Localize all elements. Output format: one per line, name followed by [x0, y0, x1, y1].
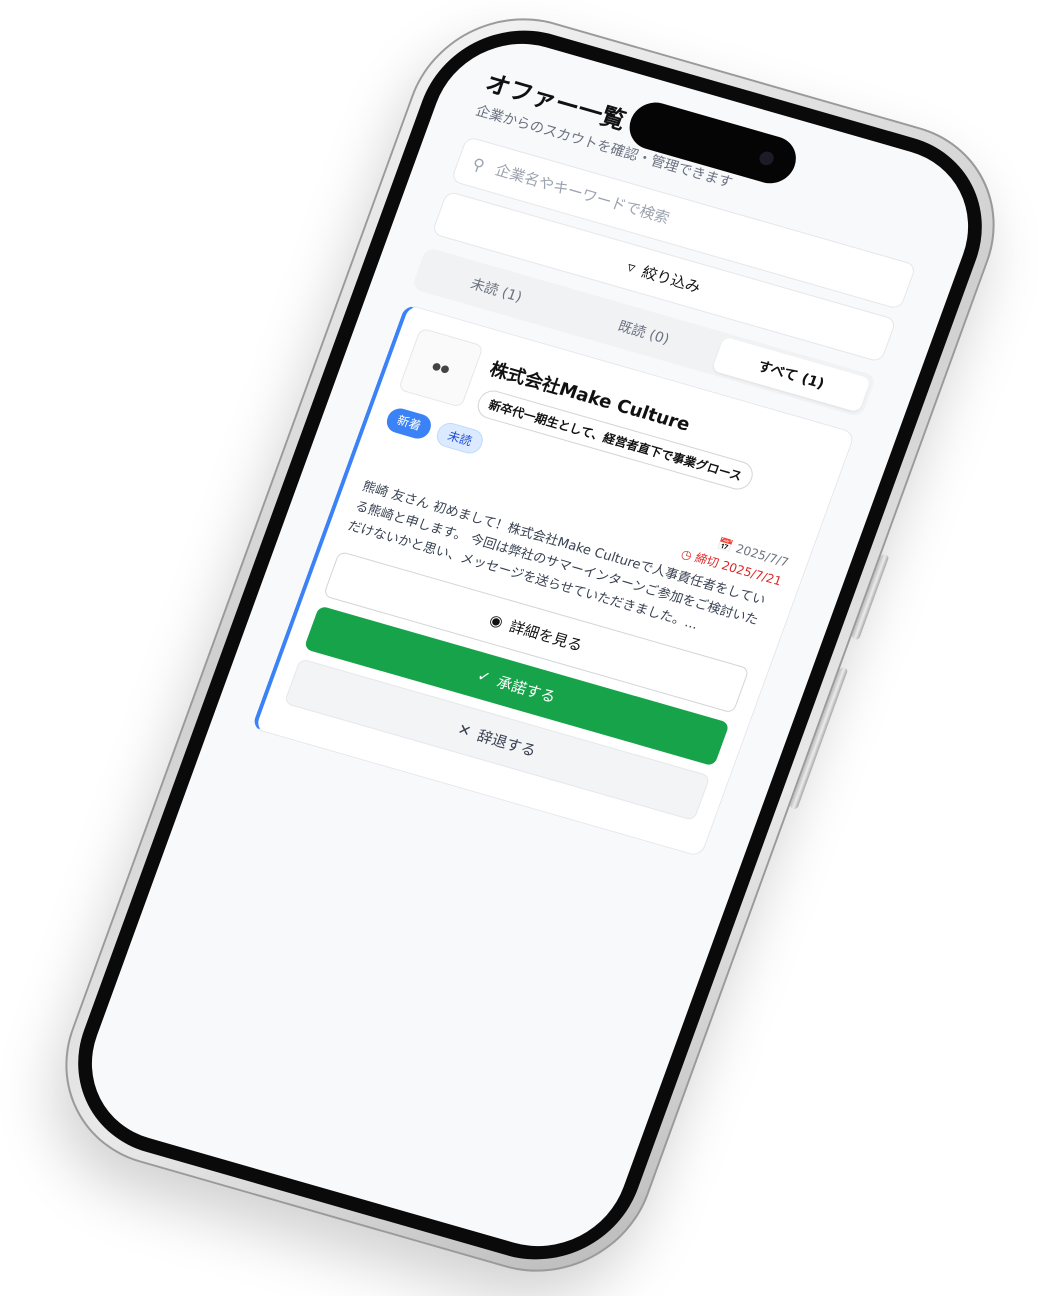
close-icon: ✕ — [455, 720, 474, 741]
clock-icon: ◷ — [679, 546, 695, 563]
accept-label: 承諾する — [494, 672, 559, 707]
filter-label: 絞り込み — [639, 262, 704, 297]
company-logo-icon: ●● — [430, 360, 452, 376]
unread-badge: 未読 — [433, 420, 487, 457]
decline-label: 辞退する — [474, 726, 539, 761]
check-icon: ✓ — [474, 666, 494, 688]
offer-list-page: オファー一覧 企業からのスカウトを確認・管理できます ⚲ ▿ 絞り込み 未読 (… — [213, 24, 992, 869]
phone-device: オファー一覧 企業からのスカウトを確認・管理できます ⚲ ▿ 絞り込み 未読 (… — [34, 0, 1026, 1296]
filter-icon: ▿ — [624, 257, 639, 277]
search-icon: ⚲ — [469, 153, 488, 175]
new-badge: 新着 — [383, 405, 435, 442]
company-logo: ●● — [397, 327, 484, 408]
mockup-stage: オファー一覧 企業からのスカウトを確認・管理できます ⚲ ▿ 絞り込み 未読 (… — [0, 0, 1038, 1296]
calendar-icon: 📅 — [715, 536, 736, 554]
eye-icon: ◉ — [486, 610, 506, 632]
view-details-label: 詳細を見る — [506, 617, 586, 655]
phone-screen: オファー一覧 企業からのスカウトを確認・管理できます ⚲ ▿ 絞り込み 未読 (… — [68, 24, 992, 1266]
